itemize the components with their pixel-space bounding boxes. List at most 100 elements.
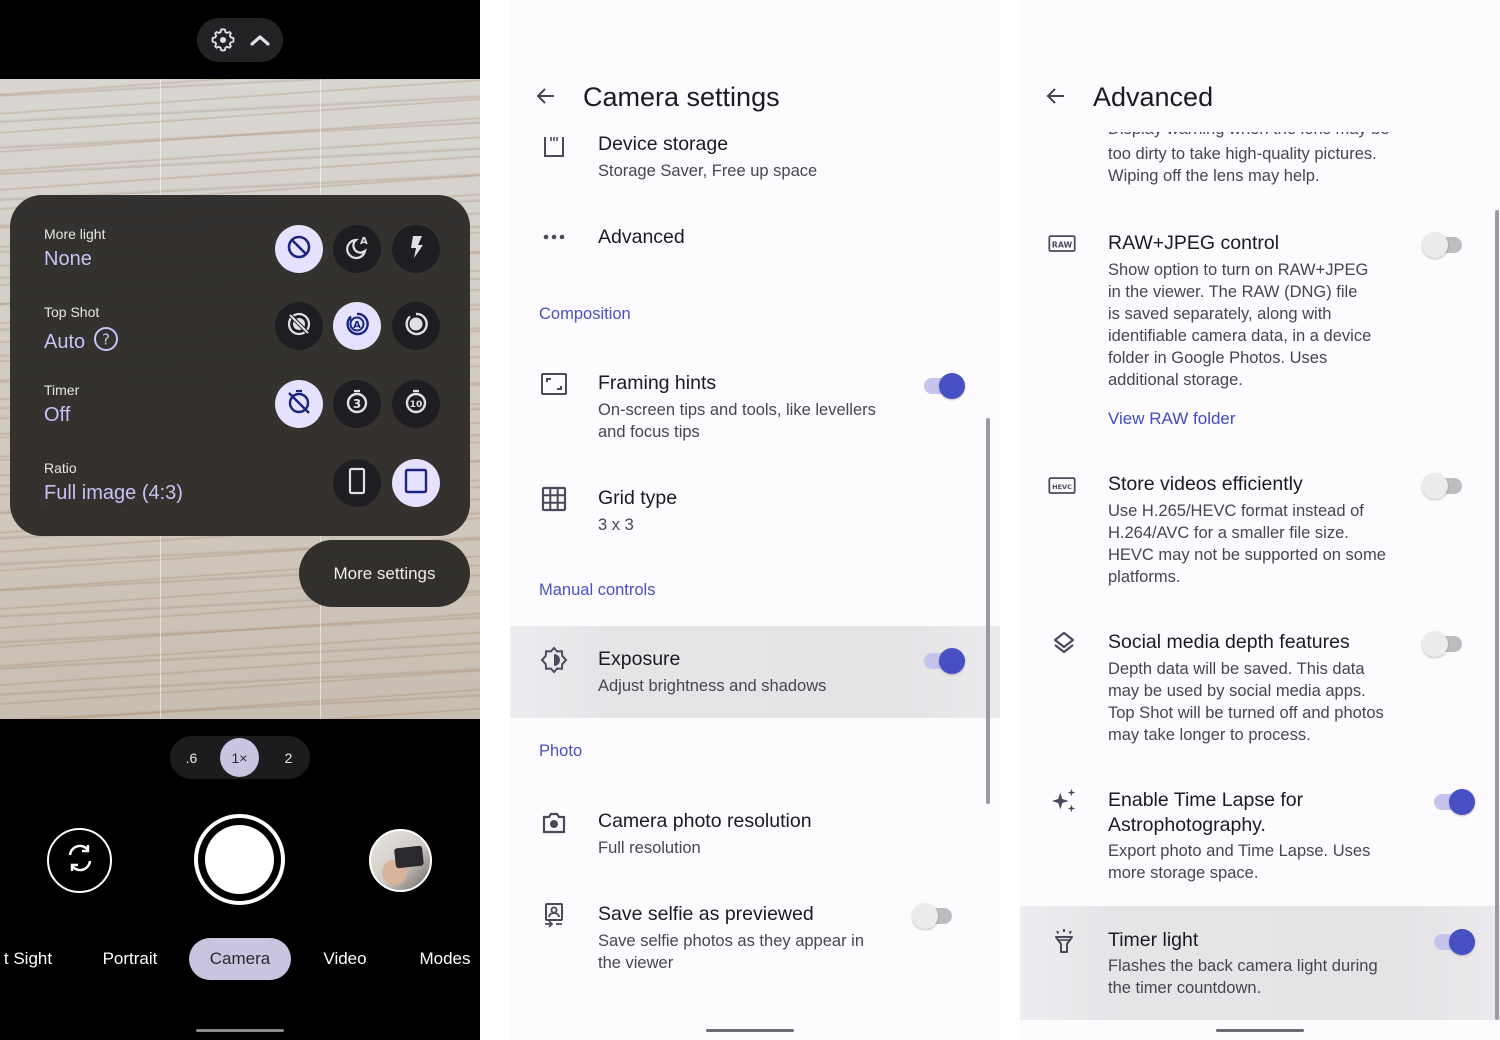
item-title: Framing hints: [598, 372, 717, 394]
raw-jpeg-toggle[interactable]: [1422, 232, 1464, 258]
sparkle-icon: [1050, 787, 1078, 815]
timer-10-button[interactable]: 10: [392, 380, 440, 428]
ratio-label: Ratio: [44, 460, 77, 476]
view-raw-folder-link[interactable]: View RAW folder: [1108, 409, 1236, 429]
timer-label: Timer: [44, 382, 80, 398]
save-selfie-toggle[interactable]: [912, 903, 954, 929]
framing-hints-toggle[interactable]: [922, 373, 965, 399]
ratio-value: Full image (4:3): [44, 482, 183, 504]
layers-icon: [1050, 629, 1078, 657]
mode-video[interactable]: Video: [312, 938, 378, 980]
store-videos-toggle[interactable]: [1422, 473, 1464, 499]
social-depth-toggle[interactable]: [1422, 631, 1464, 657]
mode-night-sight[interactable]: t Sight: [0, 938, 58, 980]
zoom-selector: .6 1× 2: [170, 736, 310, 779]
item-subtitle: the timer countdown.: [1108, 979, 1262, 997]
back-button[interactable]: [532, 84, 560, 112]
lens-warning-item[interactable]: too dirty to take high-quality pictures.…: [1020, 143, 1500, 187]
item-title: Device storage: [598, 133, 729, 155]
timer-light-item[interactable]: Timer light Flashes the back camera ligh…: [1020, 927, 1500, 1007]
timer-off-button[interactable]: [275, 380, 323, 428]
gear-icon[interactable]: [209, 26, 237, 54]
svg-text:3: 3: [353, 397, 361, 411]
save-selfie-item[interactable]: Save selfie as previewed Save selfie pho…: [510, 901, 1000, 981]
store-videos-item[interactable]: HEVC Store videos efficiently Use H.265/…: [1020, 471, 1500, 591]
ratio-wide-button[interactable]: [333, 459, 381, 507]
home-indicator[interactable]: [196, 1029, 284, 1032]
timer-light-toggle[interactable]: [1432, 929, 1475, 955]
shutter-inner: [205, 825, 274, 894]
framing-icon: [540, 370, 568, 398]
switch-camera-button[interactable]: [47, 828, 112, 893]
chevron-up-icon[interactable]: [249, 33, 271, 47]
zoom-0.6-button[interactable]: .6: [172, 738, 211, 777]
item-subtitle: Use H.265/HEVC format instead of: [1108, 502, 1364, 520]
svg-text:RAW: RAW: [1052, 241, 1073, 250]
zoom-2x-button[interactable]: 2: [269, 738, 308, 777]
help-icon[interactable]: ?: [93, 326, 119, 358]
framing-hints-item[interactable]: Framing hints On-screen tips and tools, …: [510, 370, 1000, 450]
item-subtitle: Full resolution: [598, 839, 701, 857]
top-shot-auto-button[interactable]: A: [333, 302, 381, 350]
more-light-none-button[interactable]: [275, 225, 323, 273]
item-title: Advanced: [598, 226, 685, 248]
top-shot-on-button[interactable]: [392, 302, 440, 350]
more-light-value: None: [44, 248, 92, 270]
raw-jpeg-item[interactable]: RAW RAW+JPEG control Show option to turn…: [1020, 230, 1500, 440]
item-subtitle: platforms.: [1108, 568, 1181, 586]
raw-icon: RAW: [1048, 230, 1076, 258]
toggle-thumb: [912, 903, 938, 929]
ratio-full-button[interactable]: [392, 459, 440, 507]
item-subtitle: Storage Saver, Free up space: [598, 162, 818, 180]
item-subtitle: H.264/AVC for a smaller file size.: [1108, 524, 1349, 542]
item-title: Astrophotography.: [1108, 814, 1266, 836]
device-storage-item[interactable]: Device storage Storage Saver, Free up sp…: [510, 130, 1000, 190]
scrollbar[interactable]: [1495, 210, 1499, 1020]
toggle-thumb: [1449, 929, 1475, 955]
gallery-thumbnail[interactable]: [369, 829, 432, 892]
photo-resolution-item[interactable]: Camera photo resolution Full resolution: [510, 808, 1000, 868]
page-title: Camera settings: [583, 82, 780, 112]
hevc-icon: HEVC: [1048, 472, 1076, 500]
clipped-text: Display warning when the lens may be: [1108, 132, 1390, 140]
back-button[interactable]: [1042, 84, 1070, 112]
more-horiz-icon: [540, 223, 568, 251]
item-title: Save selfie as previewed: [598, 903, 814, 925]
top-shot-off-button[interactable]: [275, 302, 323, 350]
shutter-button[interactable]: [194, 814, 285, 905]
home-indicator[interactable]: [706, 1029, 794, 1032]
item-title: Social media depth features: [1108, 631, 1350, 653]
item-subtitle: HEVC may not be supported on some: [1108, 546, 1386, 564]
more-light-flash-button[interactable]: [392, 225, 440, 273]
mode-portrait[interactable]: Portrait: [92, 938, 168, 980]
mode-camera[interactable]: Camera: [189, 938, 291, 980]
timer-off-icon: [285, 388, 313, 421]
time-lapse-item[interactable]: Enable Time Lapse for Astrophotography. …: [1020, 787, 1500, 887]
more-light-night-button[interactable]: A: [333, 225, 381, 273]
toggle-thumb: [1449, 789, 1475, 815]
top-controls-pill[interactable]: [197, 18, 283, 62]
exposure-item[interactable]: Exposure Adjust brightness and shadows: [510, 646, 1000, 706]
grid-type-item[interactable]: Grid type 3 x 3: [510, 485, 1000, 545]
svg-text:10: 10: [410, 400, 423, 410]
zoom-1x-button[interactable]: 1×: [220, 738, 259, 777]
advanced-item[interactable]: Advanced: [510, 222, 1000, 252]
more-settings-button[interactable]: More settings: [299, 540, 470, 607]
app-bar: Advanced: [1020, 72, 1500, 128]
toggle-thumb: [1422, 631, 1448, 657]
scrollbar[interactable]: [986, 418, 990, 804]
item-subtitle: On-screen tips and tools, like levellers: [598, 401, 876, 419]
social-depth-item[interactable]: Social media depth features Depth data w…: [1020, 629, 1500, 749]
mode-modes[interactable]: Modes: [410, 938, 480, 980]
timer-3-button[interactable]: 3: [333, 380, 381, 428]
item-title: Camera photo resolution: [598, 810, 812, 832]
time-lapse-toggle[interactable]: [1432, 789, 1475, 815]
timer-row: Timer Off 3 10: [10, 380, 470, 452]
toggle-thumb: [1422, 473, 1448, 499]
arrow-back-icon: [1044, 84, 1068, 113]
home-indicator[interactable]: [1216, 1029, 1304, 1032]
grid-icon: [540, 485, 568, 513]
section-header-manual-controls: Manual controls: [539, 581, 656, 599]
toggle-thumb: [939, 648, 965, 674]
exposure-toggle[interactable]: [922, 648, 965, 674]
